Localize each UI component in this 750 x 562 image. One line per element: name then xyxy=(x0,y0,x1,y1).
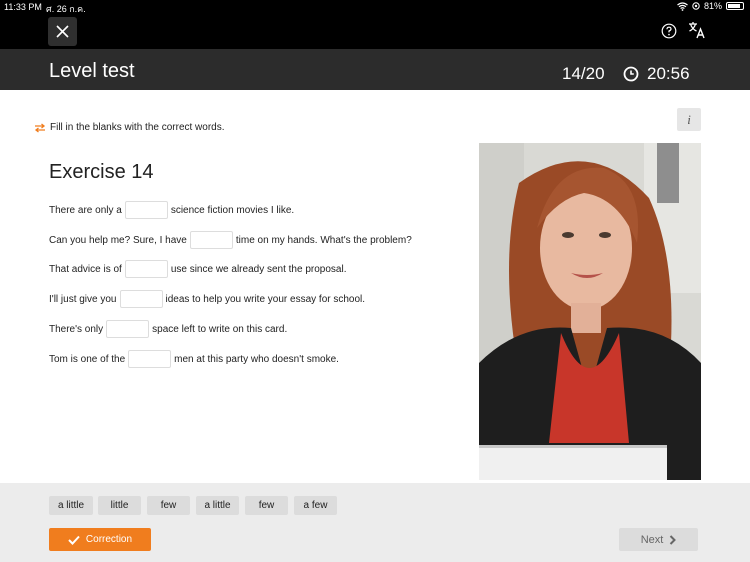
next-label: Next xyxy=(640,533,664,546)
sentence-text-before: There are only a xyxy=(49,204,122,216)
sentence-text-after: time on my hands. What's the problem? xyxy=(235,234,412,246)
word-chip[interactable]: few xyxy=(245,496,288,515)
wifi-icon xyxy=(677,1,688,11)
status-bar: 11:33 PM ศ. 26 ก.ค. 81% xyxy=(0,0,750,14)
page-title: Level test xyxy=(49,60,135,82)
status-time: 11:33 PM xyxy=(4,2,42,12)
blank-drop-zone[interactable] xyxy=(119,290,163,308)
word-chip[interactable]: few xyxy=(147,496,190,515)
teacher-photo xyxy=(479,143,701,480)
sentence-2: Can you help me? Sure, I have time on my… xyxy=(49,231,412,249)
blank-drop-zone[interactable] xyxy=(189,231,233,249)
sentence-6: Tom is one of the men at this party who … xyxy=(49,350,339,368)
status-indicators: 81% xyxy=(677,1,744,11)
sentence-5: There's only space left to write on this… xyxy=(49,320,287,338)
info-button[interactable]: i xyxy=(677,108,701,131)
correction-label: Correction xyxy=(85,534,133,545)
location-icon xyxy=(692,2,700,10)
word-chip[interactable]: a few xyxy=(294,496,337,515)
battery-percent: 81% xyxy=(703,1,722,11)
sentence-text-before: That advice is of xyxy=(49,263,122,275)
sentence-text-before: Can you help me? Sure, I have xyxy=(49,234,187,246)
sentence-3: That advice is of use since we already s… xyxy=(49,260,346,278)
word-chip[interactable]: a little xyxy=(49,496,93,515)
word-chip[interactable]: a little xyxy=(196,496,239,515)
blank-drop-zone[interactable] xyxy=(124,201,168,219)
chevron-right-icon xyxy=(670,534,677,545)
sentence-1: There are only a science fiction movies … xyxy=(49,201,294,219)
correction-button[interactable]: Correction xyxy=(49,528,151,551)
level-test-screen: 11:33 PM ศ. 26 ก.ค. 81% Level test 14/20… xyxy=(0,0,750,562)
sentence-text-after: men at this party who doesn't smoke. xyxy=(174,353,339,365)
sentence-text-before: I'll just give you xyxy=(49,293,117,305)
instruction-text: Fill in the blanks with the correct word… xyxy=(50,122,225,133)
sentence-text-after: ideas to help you write your essay for s… xyxy=(165,293,366,305)
battery-icon xyxy=(726,2,744,10)
sentence-text-after: science fiction movies I like. xyxy=(170,204,295,216)
countdown-timer: 20:56 xyxy=(647,64,690,83)
sentence-text-after: space left to write on this card. xyxy=(152,323,288,335)
sentence-4: I'll just give you ideas to help you wri… xyxy=(49,290,365,308)
help-icon[interactable] xyxy=(661,23,677,39)
sentence-text-before: Tom is one of the xyxy=(49,353,126,365)
exercise-title: Exercise 14 xyxy=(49,161,154,183)
check-icon xyxy=(68,535,80,545)
blank-drop-zone[interactable] xyxy=(128,350,172,368)
close-button[interactable] xyxy=(48,17,77,46)
top-toolbar xyxy=(0,14,750,49)
question-progress: 14/20 xyxy=(562,64,605,83)
swap-icon xyxy=(34,122,46,133)
clock-icon xyxy=(623,66,639,82)
sentence-text-before: There's only xyxy=(49,323,104,335)
test-header: Level test 14/20 20:56 xyxy=(0,49,750,90)
word-chip[interactable]: little xyxy=(98,496,141,515)
translate-icon[interactable] xyxy=(688,21,706,39)
blank-drop-zone[interactable] xyxy=(124,260,168,278)
instruction-row: Fill in the blanks with the correct word… xyxy=(34,122,225,133)
sentence-text-after: use since we already sent the proposal. xyxy=(170,263,347,275)
next-button[interactable]: Next xyxy=(619,528,698,551)
close-icon xyxy=(56,25,69,38)
blank-drop-zone[interactable] xyxy=(106,320,150,338)
